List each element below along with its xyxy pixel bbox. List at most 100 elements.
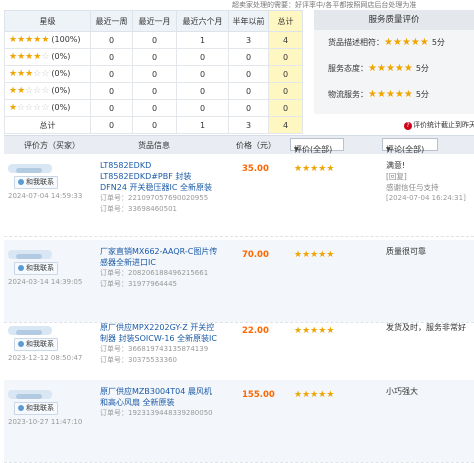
star-filled-icon: ★ <box>326 250 335 260</box>
star-filled-icon: ★ <box>9 69 18 79</box>
star-filled-icon: ★ <box>294 250 303 260</box>
star-filled-icon: ★ <box>9 35 18 45</box>
product-link[interactable]: LT8582EDKD LT8582EDKD#PBF 封装DFN24 开关稳压器I… <box>100 160 218 193</box>
order-number: 订单号：208206188496215661 <box>100 268 218 279</box>
total-count: 0 <box>268 99 303 117</box>
star-filled-icon: ★ <box>385 89 395 100</box>
reply-link[interactable]: [回复] <box>386 171 474 182</box>
contact-button[interactable]: 和我联系 <box>14 338 58 351</box>
contact-button[interactable]: 和我联系 <box>14 176 58 189</box>
content-filter-select[interactable]: 评论(全部) ▼ <box>382 138 438 154</box>
six-month-count: 0 <box>176 48 229 66</box>
star-filled-icon: ★ <box>302 250 311 260</box>
star-filled-icon: ★ <box>376 89 386 100</box>
comment-text: 满意! <box>386 161 406 170</box>
star-filled-icon: ★ <box>385 63 395 74</box>
review-time: 2023-12-12 08:50:47 <box>8 354 83 362</box>
stats-row-4-star: ★★★★☆ (0%) 0 0 0 0 0 <box>4 48 303 66</box>
star-filled-icon: ★ <box>9 86 18 96</box>
star-filled-icon: ★ <box>9 52 18 62</box>
order-value: 30375533360 <box>128 356 177 364</box>
order-value: 1923139448339280050 <box>128 409 213 417</box>
star-filled-icon: ★ <box>17 86 26 96</box>
comment-text: 小巧强大 <box>386 387 418 396</box>
stats-row-3-star: ★★★☆☆ (0%) 0 0 0 0 0 <box>4 65 303 83</box>
total-count: 0 <box>268 48 303 66</box>
star-icons: ★★★★★ <box>9 35 50 45</box>
star-rating-cell: ★☆☆☆☆ (0%) <box>4 99 91 117</box>
star-filled-icon: ★ <box>9 103 18 113</box>
product-info: 原厂供应MZB3004T04 晨风机和高心风扇 全新原装 订单号：1923139… <box>100 386 218 419</box>
review-comment: 质量很可靠 <box>386 246 474 257</box>
price: 22.00 <box>242 326 269 336</box>
chat-icon <box>18 405 24 411</box>
grand-total: 4 <box>268 116 303 134</box>
header-product: 货品信息 <box>138 141 170 150</box>
price: 155.00 <box>242 390 275 400</box>
star-icons: ★★☆☆☆ <box>9 86 50 96</box>
star-filled-icon: ★ <box>403 89 413 100</box>
older-total: 3 <box>228 116 269 134</box>
star-icons: ★★★★★ <box>368 89 413 100</box>
col-header-stars: 星级 <box>4 10 91 32</box>
older-count: 0 <box>228 48 269 66</box>
star-icons: ★★★☆☆ <box>9 69 49 79</box>
col-header-older: 半年以前 <box>228 10 269 32</box>
product-link[interactable]: 原厂供应MPX2202GY-Z 开关控制器 封装SOICW-16 全新原装IC <box>100 322 218 344</box>
star-empty-icon: ☆ <box>41 103 50 113</box>
week-count: 0 <box>90 48 133 66</box>
star-filled-icon: ★ <box>394 89 404 100</box>
stats-row-1-star: ★☆☆☆☆ (0%) 0 0 0 0 0 <box>4 99 303 117</box>
order-value: 33698460501 <box>128 205 177 213</box>
star-filled-icon: ★ <box>302 326 311 336</box>
order-label: 订单号： <box>100 269 128 277</box>
price: 70.00 <box>242 250 269 260</box>
price: 35.00 <box>242 164 269 174</box>
service-quality-panel: 服务质量评价 货品描述相符：★★★★★ 5分 服务态度：★★★★★ 5分 物流服务：… <box>314 10 474 114</box>
month-count: 0 <box>132 31 177 49</box>
six-month-count: 0 <box>176 65 229 83</box>
order-number: 订单号：33698460501 <box>100 204 218 215</box>
service-row-description: 货品描述相符：★★★★★ 5分 <box>314 30 474 56</box>
comment-text: 质量很可靠 <box>386 247 426 256</box>
star-icons: ★★★★★ <box>294 164 334 174</box>
product-info: LT8582EDKD LT8582EDKD#PBF 封装DFN24 开关稳压器I… <box>100 160 218 215</box>
product-link[interactable]: 厂家直销MX662-AAQR-C图片传感器全新进口IC <box>100 246 218 268</box>
product-link[interactable]: 原厂供应MZB3004T04 晨风机和高心风扇 全新原装 <box>100 386 218 408</box>
contact-button[interactable]: 和我联系 <box>14 402 58 415</box>
month-count: 0 <box>132 48 177 66</box>
service-score: 5分 <box>415 90 429 99</box>
order-label: 订单号： <box>100 194 128 202</box>
service-row-logistics: 物流服务：★★★★★ 5分 <box>314 82 474 108</box>
rating-stats-table: 星级 最近一周 最近一月 最近六个月 半年以前 总计 ★★★★★ (100%) 0… <box>4 10 303 134</box>
contact-button[interactable]: 和我联系 <box>14 262 58 275</box>
review-row: 和我联系 2023-10-27 11:47:10 原厂供应MZB3004T04 … <box>4 380 474 463</box>
order-label: 订单号： <box>100 409 128 417</box>
star-empty-icon: ☆ <box>17 103 26 113</box>
contact-label: 和我联系 <box>26 404 54 412</box>
star-empty-icon: ☆ <box>41 86 50 96</box>
review-time: 2023-10-27 11:47:10 <box>8 418 83 426</box>
star-filled-icon: ★ <box>17 69 26 79</box>
star-filled-icon: ★ <box>392 37 402 48</box>
total-label: 总计 <box>4 116 91 134</box>
buyer-name-masked <box>16 254 42 259</box>
service-score: 5分 <box>415 64 429 73</box>
star-filled-icon: ★ <box>394 63 404 74</box>
stats-row-5-star: ★★★★★ (100%) 0 0 1 3 4 <box>4 31 303 49</box>
star-filled-icon: ★ <box>403 63 413 74</box>
star-icons: ★★★★★ <box>384 37 429 48</box>
review-rating: ★★★★★ <box>294 326 334 336</box>
order-label: 订单号： <box>100 345 128 353</box>
reply-date: [2024-07-04 16:24:31] <box>386 194 466 202</box>
order-value: 221097057690020955 <box>128 194 209 202</box>
contact-label: 和我联系 <box>26 264 54 272</box>
older-count: 0 <box>228 82 269 100</box>
rating-filter-select[interactable]: 评价(全部) ▼ <box>290 138 344 154</box>
service-label: 服务态度： <box>328 64 368 73</box>
star-filled-icon: ★ <box>41 35 50 45</box>
star-filled-icon: ★ <box>294 164 303 174</box>
buyer-name-masked <box>16 394 42 399</box>
buyer-name-masked <box>16 330 42 335</box>
review-rating: ★★★★★ <box>294 390 334 400</box>
